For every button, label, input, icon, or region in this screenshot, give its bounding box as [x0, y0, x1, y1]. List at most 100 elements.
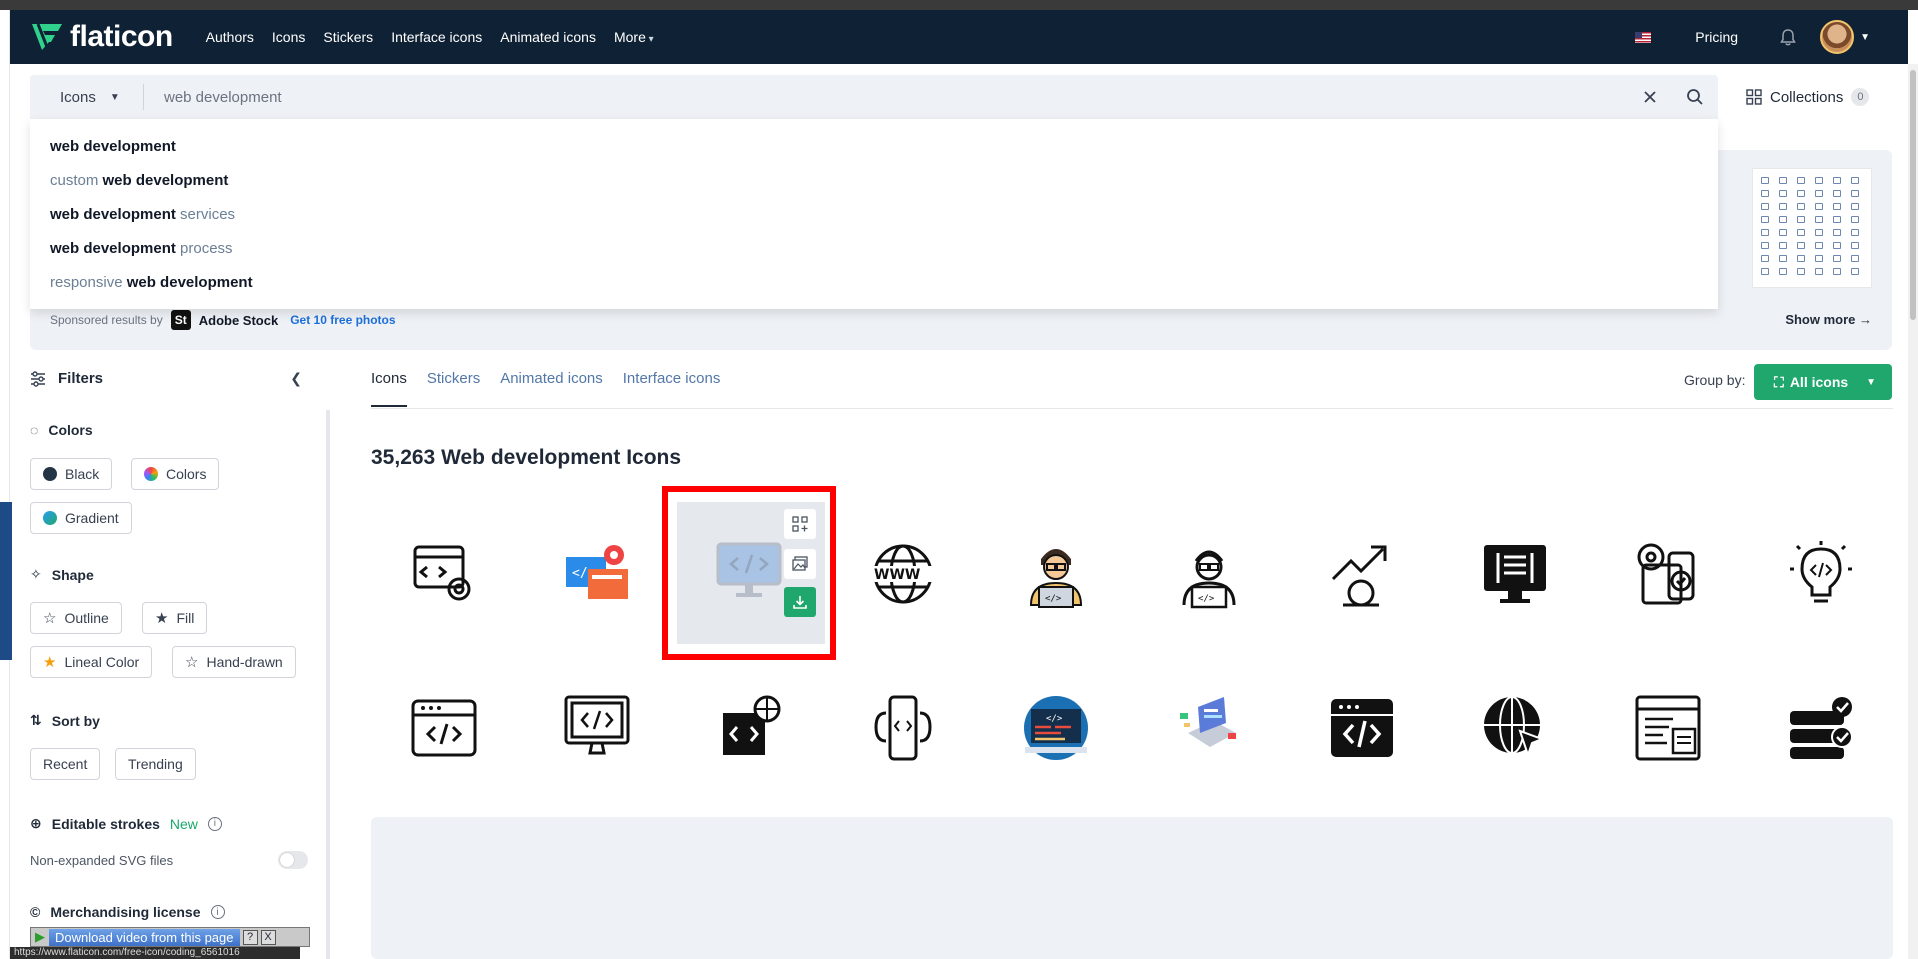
icon-result[interactable]: </> — [527, 504, 667, 644]
collections-button[interactable]: Collections 0 — [1746, 82, 1870, 112]
download-video-button[interactable]: Download video from this page — [49, 928, 240, 946]
close-bar-button[interactable]: X — [260, 929, 276, 945]
icon-result[interactable] — [1292, 658, 1432, 798]
mini-icon — [1761, 190, 1769, 197]
icon-result[interactable]: </> — [1139, 504, 1279, 644]
shape-chip-outline[interactable]: ☆ Outline — [30, 602, 122, 634]
logo-text: flaticon — [70, 20, 173, 53]
icon-result[interactable] — [1598, 658, 1738, 798]
mini-icon — [1797, 229, 1805, 236]
collections-count: 0 — [1851, 88, 1870, 106]
icon-result[interactable] — [1139, 658, 1279, 798]
suggestion-item[interactable]: web development services — [30, 197, 1718, 231]
group-by-value: All icons — [1789, 374, 1849, 390]
icon-result[interactable] — [1445, 658, 1585, 798]
nav-authors[interactable]: Authors — [197, 29, 263, 45]
icon-result[interactable] — [833, 658, 973, 798]
mini-icon — [1761, 229, 1769, 236]
sort-chip-trending[interactable]: Trending — [115, 748, 196, 780]
icon-result[interactable]: </> — [986, 504, 1126, 644]
group-by-label: Group by: — [1684, 372, 1746, 388]
mini-icon — [1761, 216, 1769, 223]
color-chip-black[interactable]: Black — [30, 458, 113, 490]
side-tab[interactable] — [0, 502, 12, 660]
mini-icon — [1779, 203, 1787, 210]
group-by-select[interactable]: ⛶ All icons ▼ — [1754, 364, 1892, 400]
color-chip-colors[interactable]: Colors — [131, 458, 220, 490]
nav-animated-icons[interactable]: Animated icons — [491, 29, 605, 45]
mini-icon — [1761, 203, 1769, 210]
tab-interface-icons[interactable]: Interface icons — [623, 370, 721, 407]
icon-result[interactable] — [1445, 504, 1585, 644]
chevron-down-icon[interactable]: ▼ — [1860, 32, 1870, 43]
scrollbar-thumb[interactable] — [1910, 70, 1916, 320]
icon-result[interactable] — [374, 658, 514, 798]
nav-icons[interactable]: Icons — [263, 29, 314, 45]
suggestion-item[interactable]: custom web development — [30, 163, 1718, 197]
tab-stickers[interactable]: Stickers — [427, 370, 480, 407]
page-scrollbar[interactable] — [1908, 64, 1918, 959]
monitor-code-fill-icon — [1484, 545, 1546, 603]
results-title: 35,263 Web development Icons — [371, 446, 682, 469]
collapse-icon[interactable]: ❮ — [290, 370, 302, 387]
suggestion-item[interactable]: responsive web development — [30, 265, 1718, 299]
mini-icon — [1851, 190, 1859, 197]
free-photos-link[interactable]: Get 10 free photos — [290, 313, 395, 327]
nav-stickers[interactable]: Stickers — [314, 29, 382, 45]
www-globe-icon: WWW — [870, 544, 936, 604]
color-chip-gradient[interactable]: Gradient — [30, 502, 132, 534]
nav-interface-icons[interactable]: Interface icons — [382, 29, 491, 45]
icon-result[interactable] — [1751, 658, 1891, 798]
sponsored-thumbnail[interactable] — [1752, 168, 1872, 288]
icon-result[interactable] — [1598, 504, 1738, 644]
mini-icon — [1797, 255, 1805, 262]
main-nav: Authors Icons Stickers Interface icons A… — [197, 29, 663, 45]
shape-chip-lineal-color[interactable]: ★ Lineal Color — [30, 646, 153, 678]
icon-result[interactable] — [374, 504, 514, 644]
suggestion-item[interactable]: web development process — [30, 231, 1718, 265]
icon-result[interactable] — [1751, 504, 1891, 644]
icon-result[interactable] — [680, 658, 820, 798]
suggestion-item[interactable]: web development — [30, 129, 1718, 163]
sort-chip-recent[interactable]: Recent — [30, 748, 101, 780]
web-settings-icon — [413, 545, 471, 601]
icon-result[interactable] — [527, 658, 667, 798]
filters-scrollbar[interactable] — [326, 410, 330, 959]
icon-result[interactable]: </> — [986, 658, 1126, 798]
nonexpanded-toggle[interactable] — [278, 851, 308, 869]
play-icon: ▶ — [35, 929, 45, 944]
us-flag-icon[interactable] — [1635, 31, 1652, 43]
tab-animated-icons[interactable]: Animated icons — [500, 370, 603, 407]
selection-highlight — [662, 486, 836, 660]
bell-icon[interactable] — [1778, 27, 1798, 47]
nav-more[interactable]: More — [605, 29, 663, 45]
show-more-link[interactable]: Show more → — [1785, 312, 1872, 327]
flaticon-logo[interactable]: flaticon — [30, 20, 173, 54]
help-button[interactable]: ? — [242, 929, 258, 945]
focus-icon: ⛶ — [1774, 373, 1784, 390]
shape-chip-hand-drawn[interactable]: ☆ Hand-drawn — [172, 646, 296, 678]
suggestion-prefix: responsive — [50, 273, 127, 291]
browser-code-fill-icon — [1331, 699, 1393, 757]
star-handdrawn-icon: ☆ — [185, 654, 199, 671]
icon-result[interactable]: WWW — [833, 504, 973, 644]
mini-icon — [1815, 229, 1823, 236]
suggestion-suffix: services — [175, 205, 236, 223]
colors-section-title: ◌ Colors — [30, 422, 93, 438]
info-icon[interactable]: i — [210, 905, 225, 919]
pricing-link[interactable]: Pricing — [1695, 29, 1738, 45]
svg-text:</>: </> — [1198, 594, 1215, 604]
tab-icons[interactable]: Icons — [371, 370, 407, 407]
search-input[interactable] — [144, 75, 1642, 119]
mini-icon — [1779, 216, 1787, 223]
search-type-select[interactable]: Icons ▼ — [30, 84, 144, 110]
shape-chip-fill[interactable]: ★ Fill — [142, 602, 208, 634]
info-icon[interactable]: i — [207, 816, 222, 831]
mini-icon — [1761, 255, 1769, 262]
mini-icon — [1833, 203, 1841, 210]
close-icon[interactable] — [1642, 89, 1658, 105]
icon-result[interactable] — [1292, 504, 1432, 644]
mini-icon — [1779, 255, 1787, 262]
search-icon[interactable] — [1686, 88, 1704, 106]
user-avatar[interactable] — [1820, 20, 1855, 54]
